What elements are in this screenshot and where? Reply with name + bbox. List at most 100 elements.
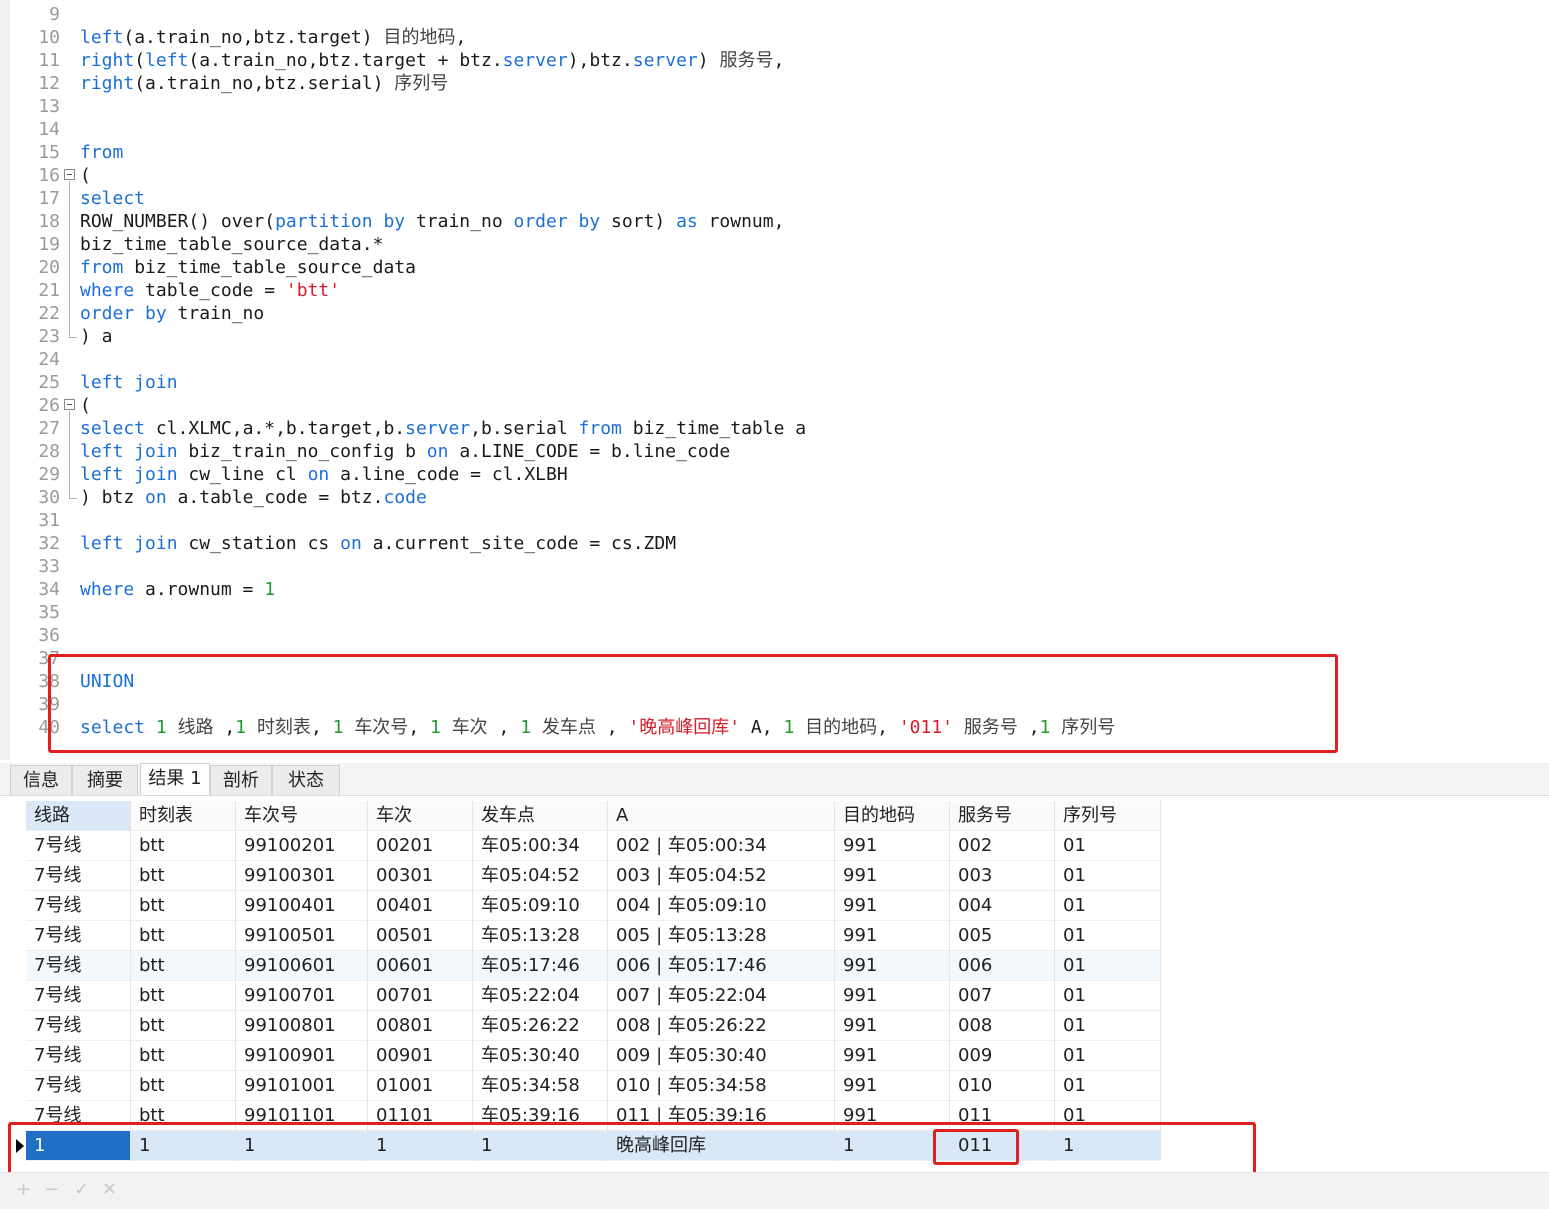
code-line[interactable]: 23) a	[0, 325, 1549, 348]
code-line[interactable]: 35	[0, 601, 1549, 624]
table-cell[interactable]: 01001	[368, 1071, 473, 1101]
table-row[interactable]: 7号线 btt 99100601 00601 车05:17:46 006 | 车05:17…	[10, 951, 1161, 981]
table-cell[interactable]: 004 | 车05:09:10	[608, 891, 835, 921]
column-header[interactable]: 车次号	[236, 801, 368, 831]
code-line[interactable]: 33	[0, 555, 1549, 578]
table-cell[interactable]: 车05:04:52	[473, 861, 608, 891]
code-line[interactable]: 26 (	[0, 394, 1549, 417]
table-row[interactable]: 7号线 btt 99100901 00901 车05:30:40 009 | 车05:30…	[10, 1041, 1161, 1071]
column-header[interactable]: 时刻表	[131, 801, 236, 831]
table-cell[interactable]: 00201	[368, 831, 473, 861]
table-header-row[interactable]: 线路 时刻表 车次号 车次 发车点 A 目的地码 服务号 序列号	[10, 801, 1161, 831]
table-cell[interactable]: 7号线	[26, 981, 131, 1011]
code-line[interactable]: 25 left join	[0, 371, 1549, 394]
table-cell[interactable]: btt	[131, 891, 236, 921]
table-cell[interactable]: 003 | 车05:04:52	[608, 861, 835, 891]
code-line[interactable]: 36	[0, 624, 1549, 647]
cancel-icon[interactable]: ✕	[102, 1179, 117, 1200]
table-cell[interactable]: 991	[835, 861, 950, 891]
table-row[interactable]: 7号线 btt 99100501 00501 车05:13:28 005 | 车05:13…	[10, 921, 1161, 951]
table-cell[interactable]: 00601	[368, 951, 473, 981]
table-cell[interactable]: 991	[835, 981, 950, 1011]
fold-toggle-icon[interactable]	[64, 399, 75, 410]
sql-editor[interactable]: 9 10 left(a.train_no,btz.target) 目的地码, 11 ri…	[0, 0, 1549, 760]
code-line[interactable]: 17 select	[0, 187, 1549, 210]
table-cell[interactable]: btt	[131, 981, 236, 1011]
fold-toggle-icon[interactable]	[64, 169, 75, 180]
table-cell[interactable]: 008 | 车05:26:22	[608, 1011, 835, 1041]
column-header[interactable]: 序列号	[1055, 801, 1161, 831]
table-cell[interactable]: 991	[835, 951, 950, 981]
table-cell[interactable]: 005	[950, 921, 1055, 951]
table-cell[interactable]: 99100501	[236, 921, 368, 951]
code-line[interactable]: 32 left join cw_station cs on a.current_s…	[0, 532, 1549, 555]
table-cell[interactable]: 7号线	[26, 1011, 131, 1041]
table-cell[interactable]: 010 | 车05:34:58	[608, 1071, 835, 1101]
table-cell[interactable]: 车05:22:04	[473, 981, 608, 1011]
code-line[interactable]: 14	[0, 118, 1549, 141]
table-cell[interactable]: 99100901	[236, 1041, 368, 1071]
table-cell[interactable]: btt	[131, 1071, 236, 1101]
table-cell[interactable]: 006	[950, 951, 1055, 981]
table-cell[interactable]: 003	[950, 861, 1055, 891]
code-line[interactable]: 24	[0, 348, 1549, 371]
table-cell[interactable]: 车05:09:10	[473, 891, 608, 921]
table-cell[interactable]: 99100401	[236, 891, 368, 921]
table-cell[interactable]: 00901	[368, 1041, 473, 1071]
table-cell[interactable]: 009 | 车05:30:40	[608, 1041, 835, 1071]
table-cell[interactable]: 车05:30:40	[473, 1041, 608, 1071]
table-cell[interactable]: btt	[131, 921, 236, 951]
code-line[interactable]: 13	[0, 95, 1549, 118]
table-cell[interactable]: 车05:34:58	[473, 1071, 608, 1101]
table-cell[interactable]: 01	[1055, 981, 1161, 1011]
table-cell[interactable]: 00301	[368, 861, 473, 891]
table-cell[interactable]: 991	[835, 1011, 950, 1041]
column-header[interactable]: 车次	[368, 801, 473, 831]
table-cell[interactable]: 01	[1055, 831, 1161, 861]
code-line[interactable]: 29 left join cw_line cl on a.line_code = …	[0, 463, 1549, 486]
table-row[interactable]: 7号线 btt 99101001 01001 车05:34:58 010 | 车05:34…	[10, 1071, 1161, 1101]
table-cell[interactable]: 005 | 车05:13:28	[608, 921, 835, 951]
tab-result-1[interactable]: 结果 1	[140, 763, 210, 795]
code-line[interactable]: 15 from	[0, 141, 1549, 164]
table-cell[interactable]: 01	[1055, 951, 1161, 981]
column-header[interactable]: 线路	[26, 801, 131, 831]
table-cell[interactable]: 991	[835, 921, 950, 951]
table-cell[interactable]: 01	[1055, 1011, 1161, 1041]
table-cell[interactable]: btt	[131, 951, 236, 981]
table-cell[interactable]: 991	[835, 1071, 950, 1101]
table-row[interactable]: 7号线 btt 99100201 00201 车05:00:34 002 | 车05:00…	[10, 831, 1161, 861]
remove-icon[interactable]: −	[44, 1179, 59, 1200]
code-line[interactable]: 34 where a.rownum = 1	[0, 578, 1549, 601]
table-cell[interactable]: 7号线	[26, 831, 131, 861]
code-line[interactable]: 10 left(a.train_no,btz.target) 目的地码,	[0, 26, 1549, 49]
table-cell[interactable]: 99100701	[236, 981, 368, 1011]
code-line[interactable]: 21 where table_code = 'btt'	[0, 279, 1549, 302]
table-cell[interactable]: 007 | 车05:22:04	[608, 981, 835, 1011]
code-line[interactable]: 11 right(left(a.train_no,btz.target + btz…	[0, 49, 1549, 72]
code-line[interactable]: 19 biz_time_table_source_data.*	[0, 233, 1549, 256]
column-header[interactable]: A	[608, 801, 835, 831]
column-header[interactable]: 目的地码	[835, 801, 950, 831]
tab-info[interactable]: 信息	[10, 765, 72, 795]
apply-icon[interactable]: ✓	[74, 1179, 89, 1200]
table-cell[interactable]: 01	[1055, 1041, 1161, 1071]
table-cell[interactable]: 99100201	[236, 831, 368, 861]
code-line[interactable]: 22 order by train_no	[0, 302, 1549, 325]
code-line[interactable]: 28 left join biz_train_no_config b on a.L…	[0, 440, 1549, 463]
table-cell[interactable]: 车05:17:46	[473, 951, 608, 981]
table-cell[interactable]: btt	[131, 1011, 236, 1041]
table-cell[interactable]: 00501	[368, 921, 473, 951]
code-line[interactable]: 16 (	[0, 164, 1549, 187]
table-cell[interactable]: 01	[1055, 921, 1161, 951]
code-line[interactable]: 20 from biz_time_table_source_data	[0, 256, 1549, 279]
table-cell[interactable]: 01	[1055, 1071, 1161, 1101]
table-cell[interactable]: 7号线	[26, 861, 131, 891]
table-cell[interactable]: 004	[950, 891, 1055, 921]
tab-summary[interactable]: 摘要	[72, 765, 138, 795]
table-cell[interactable]: 00401	[368, 891, 473, 921]
table-cell[interactable]: 车05:13:28	[473, 921, 608, 951]
table-cell[interactable]: 车05:26:22	[473, 1011, 608, 1041]
table-row[interactable]: 7号线 btt 99100701 00701 车05:22:04 007 | 车05:22…	[10, 981, 1161, 1011]
table-cell[interactable]: 01	[1055, 861, 1161, 891]
